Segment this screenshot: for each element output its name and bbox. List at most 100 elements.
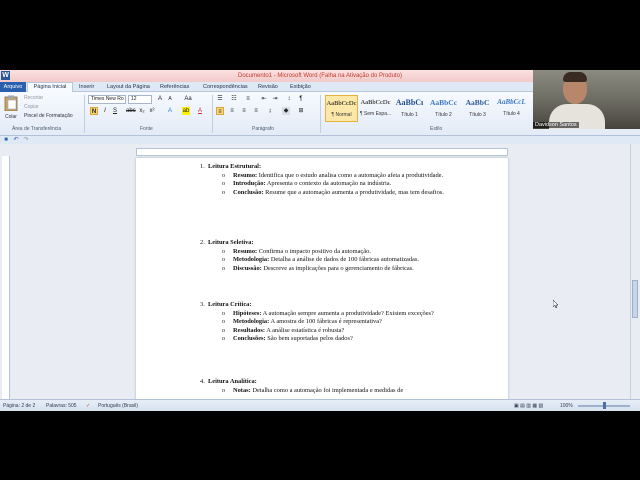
justify-button[interactable]: ≡ [252,107,260,115]
item-text: Apresenta o contexto da automação na ind… [265,180,392,188]
language-indicator[interactable]: Português (Brasil) [98,403,138,409]
list-item: Resumo: Confirma o impacto positivo da a… [222,248,462,257]
document-page[interactable]: 1. Leitura Estrutural: Resumo: Identific… [136,158,508,411]
bullet-list: Resumo: Identifica que o estudo analisa … [222,172,462,198]
item-text: A automação sempre aumenta a produtivida… [261,309,434,317]
clipboard-icon [4,95,18,111]
paste-label: Colar [5,114,17,120]
format-painter-button[interactable]: Pincel de Formatação [24,113,73,119]
section-title: 2. Leitura Seletiva: [200,239,254,248]
item-text: Resume que a automação aumenta a produti… [263,188,444,196]
align-right-button[interactable]: ≡ [240,107,248,115]
item-text: Confirma o impacto positivo da automação… [257,247,371,255]
font-color-button[interactable]: A [196,107,204,115]
bullet-list: Notas: Detalha como a automação foi impl… [222,387,482,396]
paragraph-group-label: Parágrafo [252,126,274,132]
underline-button[interactable]: S [111,107,119,115]
copy-button[interactable]: Copiar [24,104,39,110]
redo-icon[interactable]: ↷ [22,136,30,144]
highlight-button[interactable]: ab [182,107,190,115]
item-text: Detalha a análise de dados de 100 fábric… [269,256,419,264]
section-title: 1. Leitura Estrutural: [200,163,261,172]
tab-pagina-inicial[interactable]: Página Inicial [27,82,73,92]
style-normal[interactable]: AaBbCcDc ¶ Normal [325,95,358,122]
view-buttons[interactable]: ▣ ▤ ▥ ▦ ▧ [514,403,543,409]
quick-access-toolbar: ■ ↶ ↷ [0,136,640,144]
section-heading: Leitura Analítica: [208,378,257,385]
style-no-spacing[interactable]: AaBbCcDc ¶ Sem Espa... [359,95,392,122]
multilevel-list-button[interactable]: ≡ [244,95,252,103]
list-item: Discussão: Descreve as implicações para … [222,265,462,274]
style-sample: AaBbCcDc [360,99,391,106]
numbering-button[interactable]: ☷ [230,95,238,103]
item-text: Detalha como a automação foi implementad… [250,386,404,394]
borders-button[interactable]: ⊞ [297,107,305,115]
section-number: 1. [200,163,205,170]
tab-referencias[interactable]: Referências [160,83,189,91]
style-sample: AaBbCı [395,98,424,107]
style-name: Título 1 [401,112,418,118]
tab-inserir[interactable]: Inserir [79,83,94,91]
undo-icon[interactable]: ↶ [12,136,20,144]
page-count[interactable]: Página: 2 de 2 [3,403,35,409]
scrollbar-thumb[interactable] [632,280,638,318]
styles-group-label: Estilo [430,126,443,132]
tab-arquivo[interactable]: Arquivo [0,82,26,92]
section-heading: Leitura Crítica: [208,301,252,308]
item-text: Descreve as implicações para o gerenciam… [261,264,414,272]
vertical-ruler[interactable] [2,156,10,411]
tab-correspondencias[interactable]: Correspondências [203,83,248,91]
line-spacing-button[interactable]: ↨ [266,107,274,115]
change-case-button[interactable]: Aa [184,95,192,103]
word-count[interactable]: Palavras: 505 [46,403,77,409]
align-center-button[interactable]: ≡ [228,107,236,115]
section-number: 4. [200,378,205,385]
proofing-icon[interactable]: ✓ [86,403,90,409]
shrink-font-button[interactable]: A [166,95,174,103]
sort-button[interactable]: ↕ [285,95,293,103]
tab-exibicao[interactable]: Exibição [290,83,311,91]
presenter-hair [563,72,587,82]
subscript-button[interactable]: x₂ [138,107,146,115]
italic-button[interactable]: I [101,107,109,115]
text-effects-button[interactable]: A [166,107,174,115]
style-sample: AaBbCc [429,98,458,107]
paste-button[interactable]: Colar [3,95,19,123]
font-size-select[interactable]: 12 [128,95,152,104]
status-bar: Página: 2 de 2 Palavras: 505 ✓ Português… [0,399,640,411]
bullets-button[interactable]: ☰ [216,95,224,103]
item-term: Resumo: [233,171,258,179]
strikethrough-button[interactable]: abc [126,107,136,115]
item-term: Resumo: [233,247,258,255]
decrease-indent-button[interactable]: ⇤ [260,95,268,103]
style-name: ¶ Normal [331,112,352,118]
tab-revisao[interactable]: Revisão [258,83,278,91]
zoom-level[interactable]: 100% [560,403,573,409]
font-name-select[interactable]: Times New Ro [88,95,126,104]
style-name: Título 3 [469,112,486,118]
style-heading-3[interactable]: AaBbC Título 3 [461,95,494,122]
style-heading-1[interactable]: AaBbCı Título 1 [393,95,426,122]
save-icon[interactable]: ■ [2,136,10,144]
zoom-slider-handle[interactable] [603,402,606,409]
shading-button[interactable]: ◆ [282,107,290,115]
section-heading: Leitura Seletiva: [208,239,254,246]
horizontal-ruler[interactable] [136,148,508,156]
tab-layout-da-pagina[interactable]: Layout da Página [107,83,150,91]
item-term: Introdução: [233,180,266,188]
list-item: Metodologia: A amostra de 100 fábricas é… [222,318,462,327]
style-heading-4[interactable]: AaBbCcL Título 4 [495,95,528,122]
align-left-button[interactable]: ≡ [216,107,224,115]
word-app-icon[interactable]: W [1,71,10,80]
clipboard-group-label: Área de Transferência [12,126,62,132]
grow-font-button[interactable]: A [156,95,164,103]
show-marks-button[interactable]: ¶ [297,95,305,103]
item-text: A amostra de 100 fábricas é representati… [269,318,382,326]
vertical-scrollbar[interactable] [630,144,640,399]
cut-button[interactable]: Recortar [24,95,43,101]
list-item: Conclusão: Resume que a automação aument… [222,189,462,198]
bold-button[interactable]: N [90,107,98,115]
style-heading-2[interactable]: AaBbCc Título 2 [427,95,460,122]
increase-indent-button[interactable]: ⇥ [271,95,279,103]
superscript-button[interactable]: x² [148,107,156,115]
